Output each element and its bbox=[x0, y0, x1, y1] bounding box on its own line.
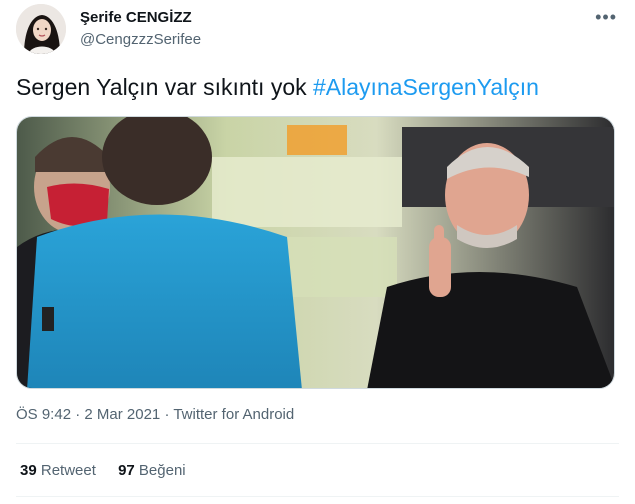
meta-separator: · bbox=[160, 406, 174, 423]
divider bbox=[16, 443, 619, 444]
likes-count: 97 bbox=[118, 462, 135, 479]
meta-separator: · bbox=[71, 406, 85, 423]
tweet-time[interactable]: ÖS 9:42 bbox=[16, 406, 71, 423]
retweets-count: 39 bbox=[20, 462, 37, 479]
avatar-image bbox=[16, 4, 66, 54]
tweet-card: Şerife CENGİZZ @CengzzzSerifee ••• Serge… bbox=[0, 0, 635, 504]
tweet-text-plain: Sergen Yalçın var sıkıntı yok bbox=[16, 74, 314, 100]
tweet-date[interactable]: 2 Mar 2021 bbox=[84, 406, 160, 423]
divider bbox=[16, 496, 619, 497]
tweet-meta: ÖS 9:42 · 2 Mar 2021 · Twitter for Andro… bbox=[16, 406, 294, 423]
author-handle[interactable]: @CengzzzSerifee bbox=[80, 30, 201, 50]
tweet-photo[interactable] bbox=[16, 116, 615, 389]
author-display-name[interactable]: Şerife CENGİZZ bbox=[80, 8, 201, 28]
likes-stat[interactable]: 97 Beğeni bbox=[118, 462, 186, 479]
tweet-stats: 39 Retweet 97 Beğeni bbox=[20, 462, 204, 479]
hashtag-link[interactable]: #AlayınaSergenYalçın bbox=[313, 74, 539, 100]
more-dots-icon[interactable]: ••• bbox=[595, 8, 617, 26]
retweets-label: Retweet bbox=[40, 462, 96, 479]
avatar[interactable] bbox=[16, 4, 66, 54]
tweet-text: Sergen Yalçın var sıkıntı yok #AlayınaSe… bbox=[16, 72, 539, 102]
tweet-source[interactable]: Twitter for Android bbox=[173, 406, 294, 423]
photo-image bbox=[17, 117, 614, 388]
author-block: Şerife CENGİZZ @CengzzzSerifee bbox=[80, 8, 201, 50]
likes-label: Beğeni bbox=[138, 462, 186, 479]
retweets-stat[interactable]: 39 Retweet bbox=[20, 462, 96, 479]
